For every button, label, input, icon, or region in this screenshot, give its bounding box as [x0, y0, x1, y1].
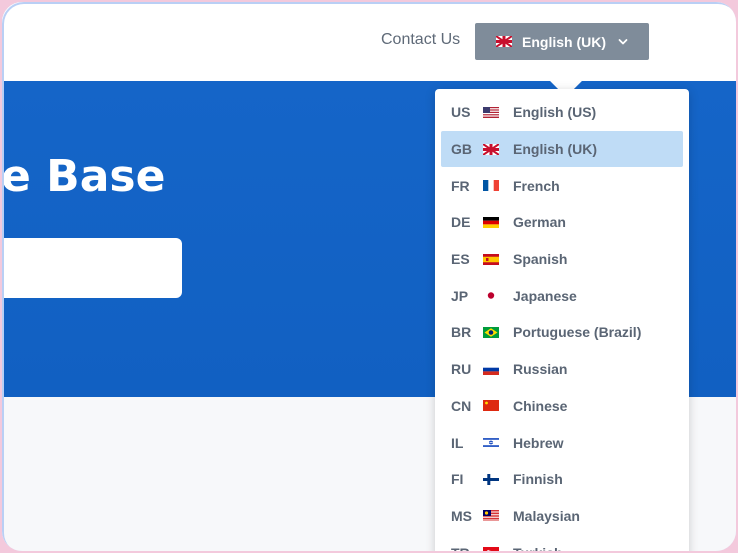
tr-flag-icon — [483, 547, 499, 551]
language-option-fr[interactable]: FR French — [435, 167, 689, 204]
language-option-ms[interactable]: MS Malaysian — [435, 498, 689, 535]
language-code: MS — [451, 507, 472, 524]
fi-flag-icon — [483, 473, 499, 485]
gb-flag-icon — [483, 143, 499, 155]
language-dropdown: US English (US) GB English (UK) FR French DE Ge… — [435, 89, 689, 553]
language-code: DE — [451, 214, 471, 231]
language-label: French — [513, 177, 560, 194]
language-code: US — [451, 104, 471, 121]
language-option-cn[interactable]: CN Chinese — [435, 388, 689, 425]
ru-flag-icon — [483, 363, 499, 375]
language-option-ru[interactable]: RU Russian — [435, 351, 689, 388]
my-flag-icon — [483, 510, 499, 522]
il-flag-icon — [483, 437, 499, 449]
top-header: Contact Us English (UK) — [2, 2, 736, 81]
cn-flag-icon — [483, 400, 499, 412]
language-label: Chinese — [513, 397, 568, 414]
language-code: GB — [451, 141, 472, 158]
chevron-down-icon — [618, 38, 628, 44]
language-code: TR — [451, 544, 470, 553]
language-code: FI — [451, 471, 464, 488]
search-input[interactable] — [2, 238, 182, 298]
language-code: CN — [451, 397, 472, 414]
language-code: IL — [451, 434, 464, 451]
language-list: US English (US) GB English (UK) FR French DE Ge… — [435, 89, 689, 553]
language-label: German — [513, 214, 566, 231]
language-label: Turkish — [513, 544, 563, 553]
contact-us-link[interactable]: Contact Us — [381, 31, 460, 49]
language-selector-button[interactable]: English (UK) — [475, 23, 649, 60]
language-option-gb[interactable]: GB English (UK) — [441, 130, 683, 168]
language-code: RU — [451, 361, 472, 378]
language-option-de[interactable]: DE German — [435, 204, 689, 241]
language-option-us[interactable]: US English (US) — [435, 94, 689, 131]
language-code: ES — [451, 251, 470, 268]
language-label: Finnish — [513, 471, 563, 488]
us-flag-icon — [483, 106, 499, 118]
page-title: e Base — [1, 151, 166, 202]
fr-flag-icon — [483, 180, 499, 192]
language-label: Spanish — [513, 251, 568, 268]
language-label: Hebrew — [513, 434, 564, 451]
language-code: JP — [451, 287, 469, 304]
de-flag-icon — [483, 216, 499, 228]
language-label: Malaysian — [513, 507, 580, 524]
language-code: FR — [451, 177, 470, 194]
language-option-es[interactable]: ES Spanish — [435, 241, 689, 278]
language-button-label: English (UK) — [522, 33, 606, 50]
language-option-tr[interactable]: TR Turkish — [435, 534, 689, 553]
language-code: BR — [451, 324, 472, 341]
language-option-br[interactable]: BR Portuguese (Brazil) — [435, 314, 689, 351]
language-option-fi[interactable]: FI Finnish — [435, 461, 689, 498]
br-flag-icon — [483, 326, 499, 338]
language-label: English (UK) — [513, 141, 597, 158]
language-label: Portuguese (Brazil) — [513, 324, 642, 341]
language-label: Russian — [513, 361, 568, 378]
language-option-il[interactable]: IL Hebrew — [435, 424, 689, 461]
jp-flag-icon — [483, 290, 499, 302]
app-frame: Contact Us English (UK) e Base US English… — [0, 0, 738, 553]
language-label: Japanese — [513, 287, 577, 304]
language-option-jp[interactable]: JP Japanese — [435, 277, 689, 314]
es-flag-icon — [483, 253, 499, 265]
language-label: English (US) — [513, 104, 597, 121]
gb-flag-icon — [496, 36, 512, 47]
